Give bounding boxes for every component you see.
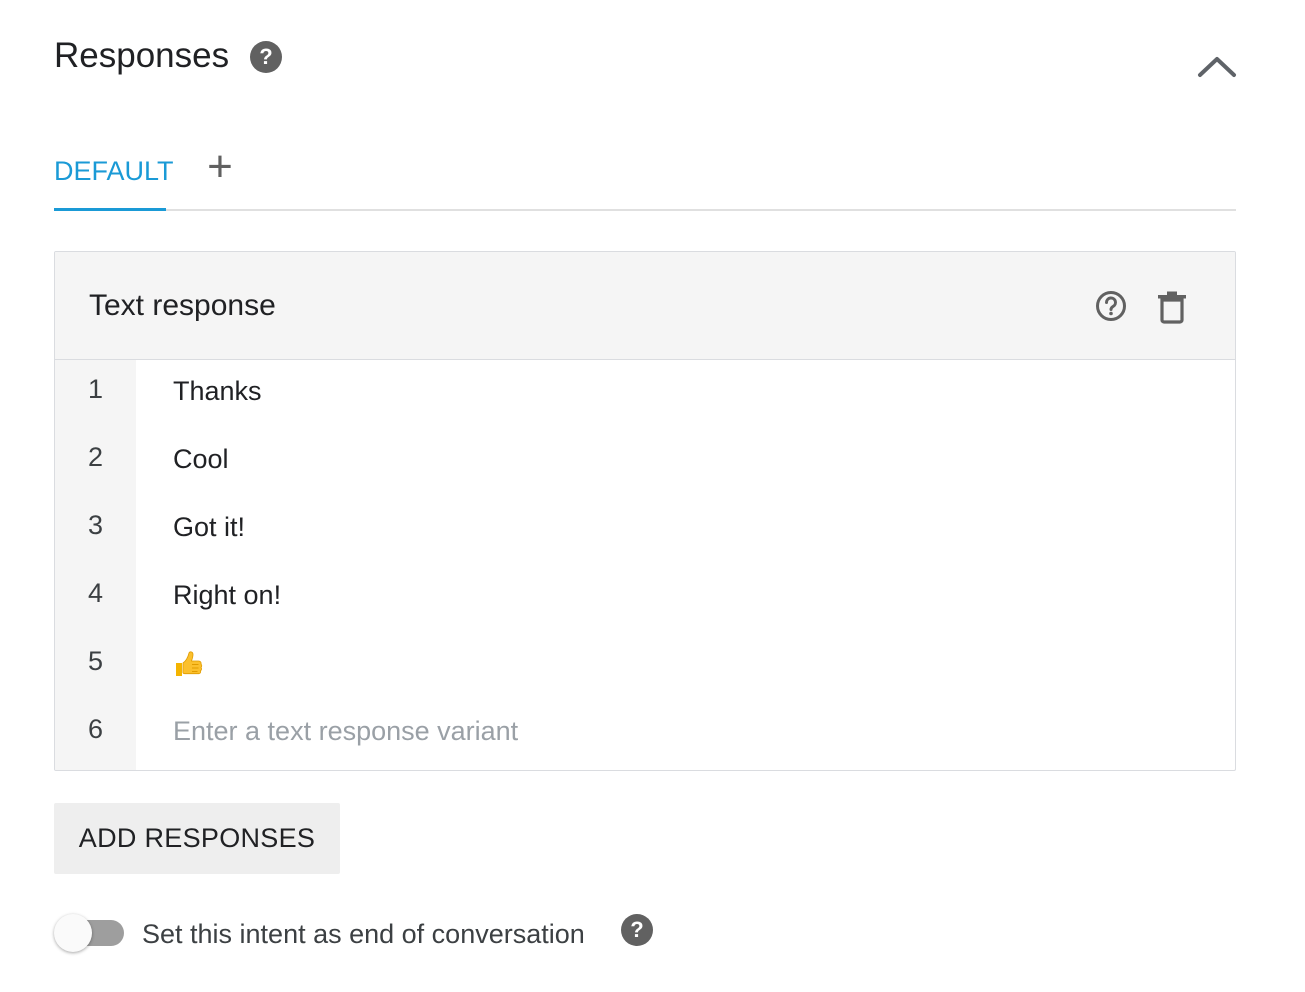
row-number: 2 [87, 442, 104, 472]
help-icon[interactable]: ? [621, 914, 653, 946]
response-row: 5 [55, 637, 1235, 705]
response-row: 1 Thanks [55, 365, 1235, 433]
row-number: 4 [87, 578, 104, 608]
thumbs-up-icon[interactable] [173, 649, 203, 679]
response-text[interactable]: Right on! [173, 571, 281, 619]
response-text[interactable]: Thanks [173, 367, 262, 415]
response-row: 2 Cool [55, 433, 1235, 501]
tabs-divider [54, 209, 1236, 211]
row-number: 5 [87, 646, 104, 676]
chevron-up-icon[interactable] [1196, 52, 1238, 80]
tab-default[interactable]: DEFAULT [54, 152, 174, 190]
response-text[interactable]: Cool [173, 435, 229, 483]
help-icon[interactable]: ? [250, 41, 282, 73]
add-tab-plus-icon[interactable]: + [200, 145, 240, 189]
tab-active-indicator [54, 208, 166, 211]
row-number: 6 [87, 714, 104, 744]
new-response-input[interactable] [173, 707, 1173, 755]
response-text[interactable]: Got it! [173, 503, 245, 551]
card-title: Text response [89, 289, 276, 322]
row-number: 1 [87, 374, 104, 404]
response-row: 6 [55, 705, 1235, 770]
toggle-thumb [54, 914, 92, 952]
help-outline-icon[interactable] [1095, 290, 1127, 322]
response-row: 4 Right on! [55, 569, 1235, 637]
text-response-card: Text response 1 Thanks 2 Cool 3 Got it! [54, 251, 1236, 771]
trash-icon[interactable] [1157, 290, 1187, 324]
card-header: Text response [55, 252, 1235, 360]
add-responses-button[interactable]: ADD RESPONSES [54, 803, 340, 874]
end-conversation-label: Set this intent as end of conversation [142, 919, 585, 949]
section-title: Responses [54, 36, 230, 75]
response-row: 3 Got it! [55, 501, 1235, 569]
responses-panel: Responses ? DEFAULT + Text response 1 Th… [0, 0, 1305, 992]
row-number: 3 [87, 510, 104, 540]
end-conversation-toggle[interactable] [54, 914, 128, 954]
